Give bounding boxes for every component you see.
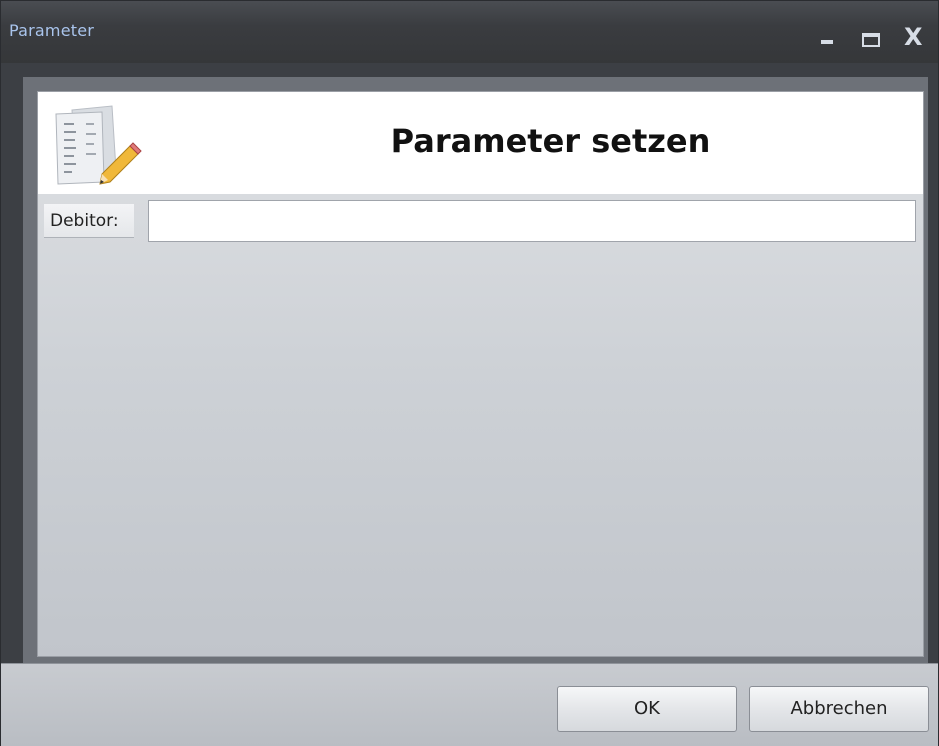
- header-title: Parameter setzen: [390, 122, 711, 160]
- field-row-debitor: Debitor:: [38, 200, 923, 248]
- dialog-window: Parameter X Parameter setzen Debitor: OK…: [0, 0, 939, 746]
- maximize-icon: [862, 33, 880, 47]
- minimize-icon: [821, 40, 833, 44]
- window-title: Parameter: [9, 21, 95, 40]
- maximize-button[interactable]: [859, 26, 883, 50]
- debitor-input[interactable]: [148, 200, 916, 242]
- header-band: Parameter setzen: [38, 92, 923, 194]
- content-panel: Parameter setzen Debitor:: [37, 91, 924, 657]
- content-frame: Parameter setzen Debitor:: [23, 77, 928, 663]
- cancel-button[interactable]: Abbrechen: [749, 686, 929, 732]
- button-bar: OK Abbrechen: [1, 663, 938, 746]
- close-button[interactable]: X: [902, 23, 926, 51]
- close-icon: X: [904, 23, 923, 51]
- debitor-label: Debitor:: [44, 204, 134, 238]
- minimize-button[interactable]: [816, 26, 840, 50]
- ok-button[interactable]: OK: [557, 686, 737, 732]
- title-bar[interactable]: Parameter X: [1, 1, 938, 63]
